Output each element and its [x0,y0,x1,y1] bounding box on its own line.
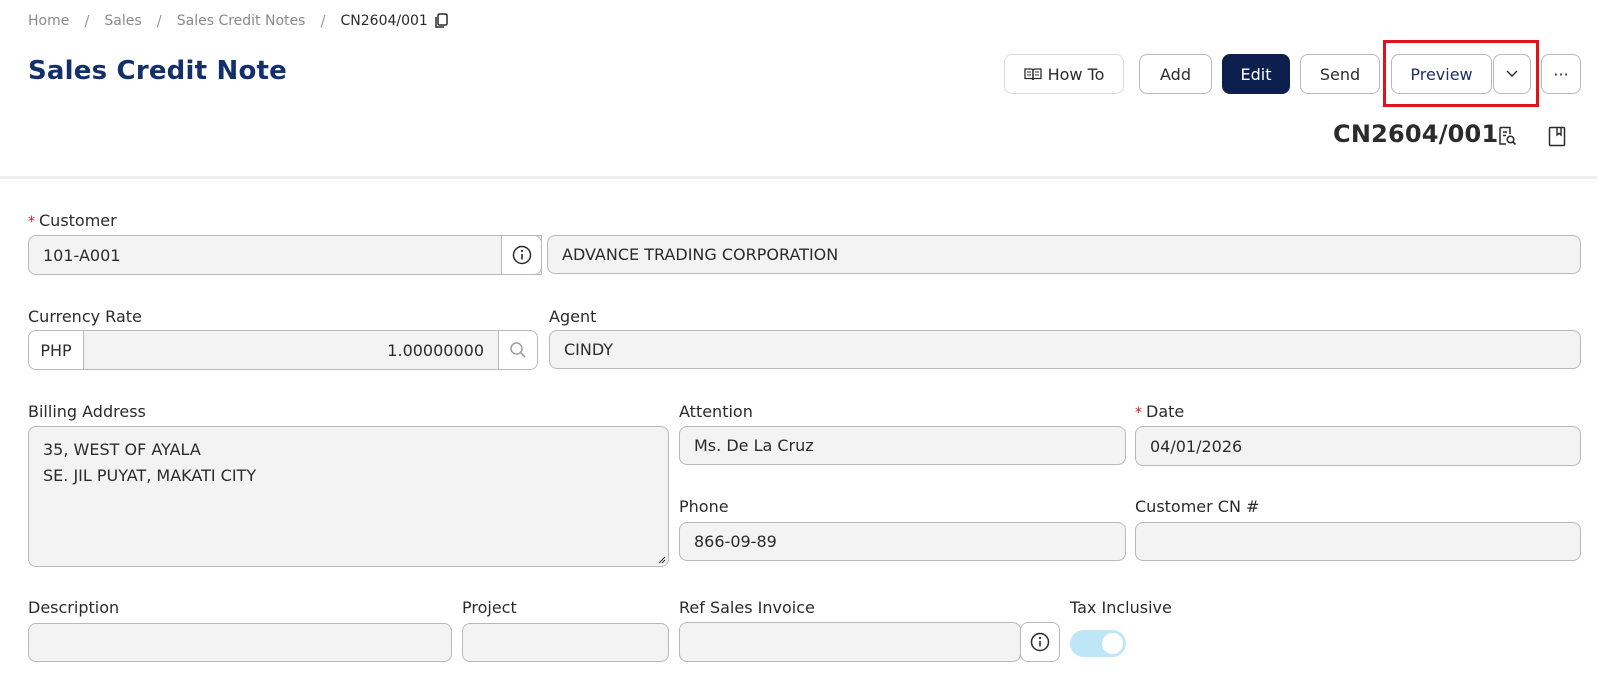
agent-field[interactable]: CINDY [549,330,1581,369]
breadcrumb: Home / Sales / Sales Credit Notes / CN26… [28,11,448,31]
currency-rate-field[interactable]: 1.00000000 [83,330,499,370]
breadcrumb-sales[interactable]: Sales [104,13,141,29]
info-icon [1030,632,1050,652]
currency-search-button[interactable] [498,330,538,370]
billing-address-line: SE. JIL PUYAT, MAKATI CITY [43,466,257,485]
more-options-button[interactable]: ··· [1541,54,1581,94]
document-number: CN2604/001 [1333,120,1499,148]
preview-button[interactable]: Preview [1391,54,1492,94]
toggle-knob [1102,633,1123,654]
customer-cn-label: Customer CN # [1135,497,1260,516]
search-icon [510,342,526,358]
customer-info-button[interactable] [501,235,542,275]
billing-address-label: Billing Address [28,402,146,421]
phone-field[interactable]: 866-09-89 [679,522,1126,561]
add-button[interactable]: Add [1139,54,1212,94]
date-label: * Date [1135,402,1185,421]
description-label: Description [28,598,120,617]
ref-sales-invoice-info-button[interactable] [1020,622,1060,662]
tax-inclusive-toggle[interactable] [1070,630,1126,657]
how-to-button[interactable]: How To [1004,54,1124,94]
how-to-label: How To [1047,64,1105,84]
required-marker: * [1135,405,1142,421]
currency-code: PHP [28,330,84,370]
customer-code-field[interactable]: 101-A001 [28,235,542,275]
header-divider [0,176,1597,179]
customer-label: * Customer [28,211,117,230]
phone-label: Phone [679,497,729,516]
breadcrumb-sales-credit-notes[interactable]: Sales Credit Notes [177,13,306,29]
chevron-down-icon [1506,70,1518,77]
edit-button[interactable]: Edit [1222,54,1290,94]
breadcrumb-current: CN2604/001 [340,13,428,29]
currency-rate-label: Currency Rate [28,307,142,326]
send-button[interactable]: Send [1300,54,1380,94]
ref-sales-invoice-field[interactable] [679,622,1021,662]
breadcrumb-separator: / [156,12,162,30]
breadcrumb-home[interactable]: Home [28,13,69,29]
attention-field[interactable]: Ms. De La Cruz [679,426,1126,465]
info-icon [512,245,531,265]
document-search-icon[interactable] [1497,126,1517,150]
required-marker: * [28,214,35,230]
copy-icon[interactable] [434,13,448,29]
customer-cn-field[interactable] [1135,522,1581,561]
project-label: Project [462,598,517,617]
breadcrumb-separator: / [320,12,326,30]
project-field[interactable] [462,623,669,662]
preview-dropdown-button[interactable] [1493,54,1531,94]
tax-inclusive-label: Tax Inclusive [1070,598,1172,617]
agent-label: Agent [549,307,597,326]
bookmark-icon[interactable] [1548,126,1566,151]
ref-sales-invoice-label: Ref Sales Invoice [679,598,815,617]
customer-name-field[interactable]: ADVANCE TRADING CORPORATION [547,235,1581,274]
date-field[interactable]: 04/01/2026 [1135,426,1581,466]
billing-address-field[interactable]: 35, WEST OF AYALA SE. JIL PUYAT, MAKATI … [28,426,669,567]
breadcrumb-separator: / [84,12,90,30]
attention-label: Attention [679,402,753,421]
resize-handle-icon[interactable] [656,554,666,564]
book-icon [1023,68,1042,81]
page-title: Sales Credit Note [28,56,287,86]
billing-address-line: 35, WEST OF AYALA [43,440,201,459]
more-icon: ··· [1553,64,1569,84]
description-field[interactable] [28,623,452,662]
